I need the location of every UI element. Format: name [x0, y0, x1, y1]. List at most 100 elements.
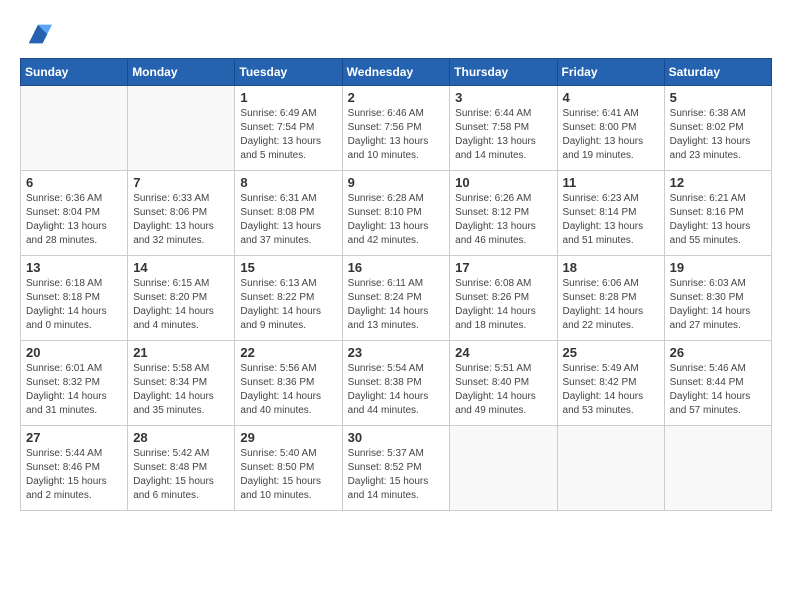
calendar-cell: 16 Sunrise: 6:11 AM Sunset: 8:24 PM Dayli… — [342, 256, 450, 341]
day-number: 20 — [26, 345, 122, 360]
day-number: 8 — [240, 175, 336, 190]
day-number: 3 — [455, 90, 551, 105]
logo — [20, 20, 52, 48]
day-number: 17 — [455, 260, 551, 275]
day-number: 9 — [348, 175, 445, 190]
day-info: Sunrise: 6:44 AM Sunset: 7:58 PM Dayligh… — [455, 107, 551, 163]
day-number: 6 — [26, 175, 122, 190]
day-info: Sunrise: 6:36 AM Sunset: 8:04 PM Dayligh… — [26, 192, 122, 248]
calendar-cell: 9 Sunrise: 6:28 AM Sunset: 8:10 PM Daylig… — [342, 171, 450, 256]
day-info: Sunrise: 5:40 AM Sunset: 8:50 PM Dayligh… — [240, 447, 336, 503]
calendar-cell: 5 Sunrise: 6:38 AM Sunset: 8:02 PM Daylig… — [664, 86, 771, 171]
day-number: 11 — [563, 175, 659, 190]
day-number: 19 — [670, 260, 766, 275]
logo-icon — [24, 20, 52, 48]
calendar-week-5: 27Sunrise: 5:44 AM Sunset: 8:46 PM Dayli… — [21, 426, 772, 511]
day-info: Sunrise: 6:49 AM Sunset: 7:54 PM Dayligh… — [240, 107, 336, 163]
calendar-cell — [450, 426, 557, 511]
day-info: Sunrise: 5:54 AM Sunset: 8:38 PM Dayligh… — [348, 362, 445, 418]
calendar-cell: 4Sunrise: 6:41 AM Sunset: 8:00 PM Daylig… — [557, 86, 664, 171]
day-info: Sunrise: 6:01 AM Sunset: 8:32 PM Dayligh… — [26, 362, 122, 418]
day-info: Sunrise: 6:21 AM Sunset: 8:16 PM Dayligh… — [670, 192, 766, 248]
day-info: Sunrise: 5:58 AM Sunset: 8:34 PM Dayligh… — [133, 362, 229, 418]
day-info: Sunrise: 5:49 AM Sunset: 8:42 PM Dayligh… — [563, 362, 659, 418]
day-number: 21 — [133, 345, 229, 360]
day-info: Sunrise: 5:46 AM Sunset: 8:44 PM Dayligh… — [670, 362, 766, 418]
day-info: Sunrise: 6:08 AM Sunset: 8:26 PM Dayligh… — [455, 277, 551, 333]
day-info: Sunrise: 6:31 AM Sunset: 8:08 PM Dayligh… — [240, 192, 336, 248]
calendar-cell: 8 Sunrise: 6:31 AM Sunset: 8:08 PM Daylig… — [235, 171, 342, 256]
calendar-header: SundayMondayTuesdayWednesdayThursdayFrid… — [21, 59, 772, 86]
day-header-wednesday: Wednesday — [342, 59, 450, 86]
page-header — [20, 20, 772, 48]
day-number: 26 — [670, 345, 766, 360]
calendar-cell: 10 Sunrise: 6:26 AM Sunset: 8:12 PM Dayli… — [450, 171, 557, 256]
calendar-week-2: 6 Sunrise: 6:36 AM Sunset: 8:04 PM Daylig… — [21, 171, 772, 256]
calendar-cell: 14 Sunrise: 6:15 AM Sunset: 8:20 PM Dayli… — [128, 256, 235, 341]
day-info: Sunrise: 6:28 AM Sunset: 8:10 PM Dayligh… — [348, 192, 445, 248]
calendar-cell: 27Sunrise: 5:44 AM Sunset: 8:46 PM Dayli… — [21, 426, 128, 511]
calendar-cell: 20 Sunrise: 6:01 AM Sunset: 8:32 PM Dayli… — [21, 341, 128, 426]
day-info: Sunrise: 6:26 AM Sunset: 8:12 PM Dayligh… — [455, 192, 551, 248]
calendar-cell: 30 Sunrise: 5:37 AM Sunset: 8:52 PM Dayli… — [342, 426, 450, 511]
calendar-cell: 12 Sunrise: 6:21 AM Sunset: 8:16 PM Dayli… — [664, 171, 771, 256]
calendar-week-1: 1 Sunrise: 6:49 AM Sunset: 7:54 PM Daylig… — [21, 86, 772, 171]
calendar-cell: 29 Sunrise: 5:40 AM Sunset: 8:50 PM Dayli… — [235, 426, 342, 511]
day-info: Sunrise: 6:13 AM Sunset: 8:22 PM Dayligh… — [240, 277, 336, 333]
day-number: 23 — [348, 345, 445, 360]
day-info: Sunrise: 5:37 AM Sunset: 8:52 PM Dayligh… — [348, 447, 445, 503]
calendar-cell: 19 Sunrise: 6:03 AM Sunset: 8:30 PM Dayli… — [664, 256, 771, 341]
day-number: 22 — [240, 345, 336, 360]
day-header-monday: Monday — [128, 59, 235, 86]
calendar-cell: 2 Sunrise: 6:46 AM Sunset: 7:56 PM Daylig… — [342, 86, 450, 171]
day-info: Sunrise: 5:51 AM Sunset: 8:40 PM Dayligh… — [455, 362, 551, 418]
day-number: 1 — [240, 90, 336, 105]
calendar-cell: 3 Sunrise: 6:44 AM Sunset: 7:58 PM Daylig… — [450, 86, 557, 171]
day-number: 27 — [26, 430, 122, 445]
day-info: Sunrise: 6:06 AM Sunset: 8:28 PM Dayligh… — [563, 277, 659, 333]
day-info: Sunrise: 6:23 AM Sunset: 8:14 PM Dayligh… — [563, 192, 659, 248]
calendar-cell: 18 Sunrise: 6:06 AM Sunset: 8:28 PM Dayli… — [557, 256, 664, 341]
day-info: Sunrise: 6:15 AM Sunset: 8:20 PM Dayligh… — [133, 277, 229, 333]
day-number: 29 — [240, 430, 336, 445]
day-number: 10 — [455, 175, 551, 190]
day-number: 7 — [133, 175, 229, 190]
calendar-cell: 15 Sunrise: 6:13 AM Sunset: 8:22 PM Dayli… — [235, 256, 342, 341]
day-info: Sunrise: 5:56 AM Sunset: 8:36 PM Dayligh… — [240, 362, 336, 418]
day-info: Sunrise: 6:38 AM Sunset: 8:02 PM Dayligh… — [670, 107, 766, 163]
day-number: 16 — [348, 260, 445, 275]
day-number: 12 — [670, 175, 766, 190]
day-header-sunday: Sunday — [21, 59, 128, 86]
calendar-cell: 6 Sunrise: 6:36 AM Sunset: 8:04 PM Daylig… — [21, 171, 128, 256]
day-number: 18 — [563, 260, 659, 275]
day-header-friday: Friday — [557, 59, 664, 86]
day-number: 4 — [563, 90, 659, 105]
calendar-body: 1 Sunrise: 6:49 AM Sunset: 7:54 PM Daylig… — [21, 86, 772, 511]
day-number: 30 — [348, 430, 445, 445]
calendar-table: SundayMondayTuesdayWednesdayThursdayFrid… — [20, 58, 772, 511]
calendar-cell: 26 Sunrise: 5:46 AM Sunset: 8:44 PM Dayli… — [664, 341, 771, 426]
day-header-thursday: Thursday — [450, 59, 557, 86]
day-info: Sunrise: 6:33 AM Sunset: 8:06 PM Dayligh… — [133, 192, 229, 248]
day-number: 28 — [133, 430, 229, 445]
calendar-week-3: 13Sunrise: 6:18 AM Sunset: 8:18 PM Dayli… — [21, 256, 772, 341]
calendar-cell: 21 Sunrise: 5:58 AM Sunset: 8:34 PM Dayli… — [128, 341, 235, 426]
calendar-cell: 1 Sunrise: 6:49 AM Sunset: 7:54 PM Daylig… — [235, 86, 342, 171]
calendar-cell: 25 Sunrise: 5:49 AM Sunset: 8:42 PM Dayli… — [557, 341, 664, 426]
day-info: Sunrise: 6:11 AM Sunset: 8:24 PM Dayligh… — [348, 277, 445, 333]
calendar-cell: 28Sunrise: 5:42 AM Sunset: 8:48 PM Dayli… — [128, 426, 235, 511]
day-info: Sunrise: 6:18 AM Sunset: 8:18 PM Dayligh… — [26, 277, 122, 333]
day-info: Sunrise: 6:03 AM Sunset: 8:30 PM Dayligh… — [670, 277, 766, 333]
day-number: 25 — [563, 345, 659, 360]
day-number: 5 — [670, 90, 766, 105]
day-number: 15 — [240, 260, 336, 275]
day-header-saturday: Saturday — [664, 59, 771, 86]
calendar-cell: 22 Sunrise: 5:56 AM Sunset: 8:36 PM Dayli… — [235, 341, 342, 426]
day-number: 14 — [133, 260, 229, 275]
day-info: Sunrise: 6:46 AM Sunset: 7:56 PM Dayligh… — [348, 107, 445, 163]
calendar-cell — [128, 86, 235, 171]
day-number: 24 — [455, 345, 551, 360]
calendar-cell — [664, 426, 771, 511]
day-number: 2 — [348, 90, 445, 105]
calendar-cell: 7 Sunrise: 6:33 AM Sunset: 8:06 PM Daylig… — [128, 171, 235, 256]
